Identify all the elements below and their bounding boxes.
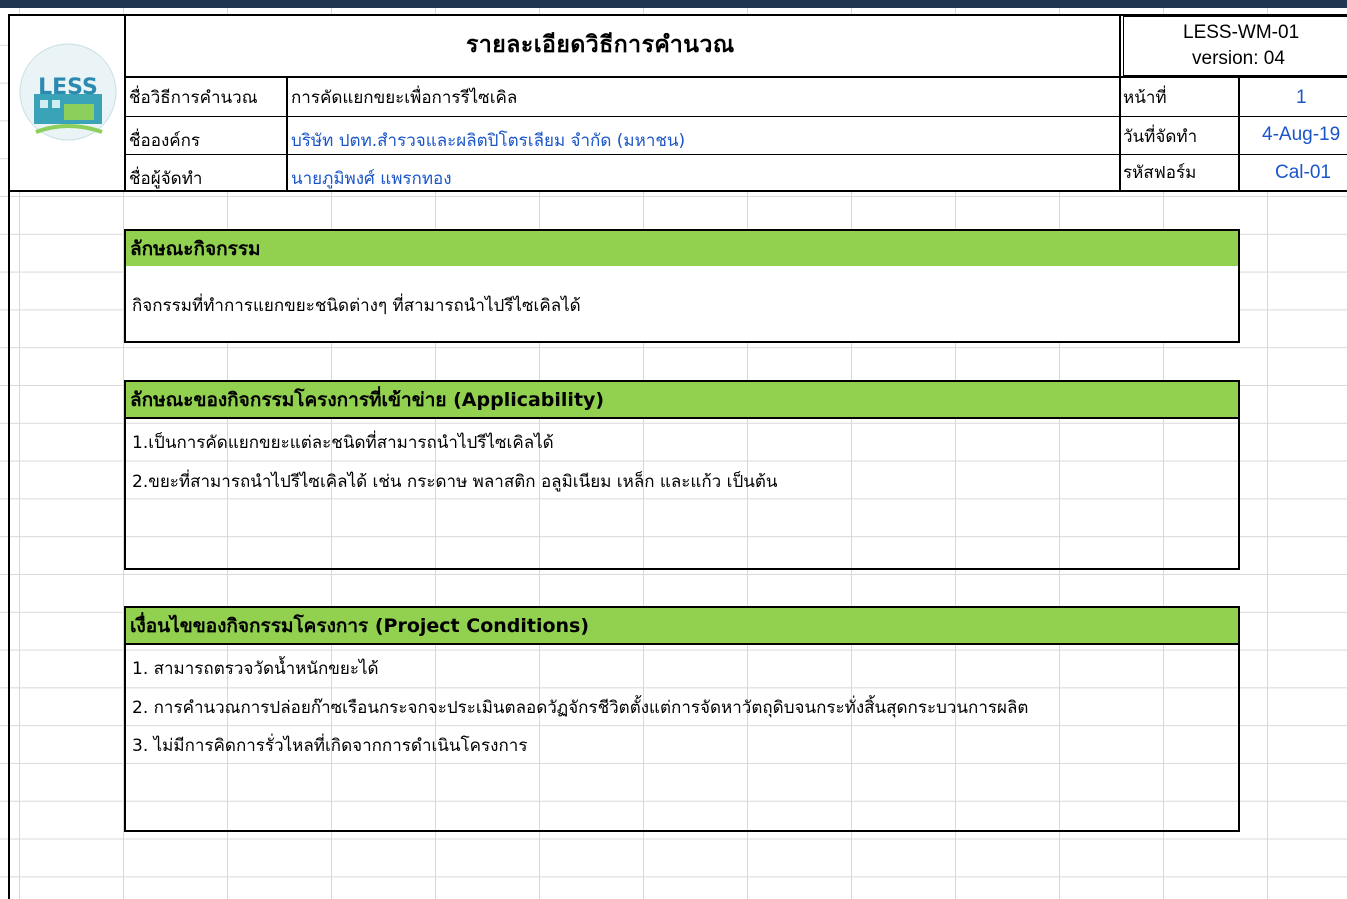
window-top-bar [0, 0, 1347, 8]
section-conditions-header: เงื่อนไขของกิจกรรมโครงการ (Project Condi… [124, 606, 1240, 645]
org-value: บริษัท ปตท.สำรวจและผลิตปิโตรเลียม จำกัด … [291, 131, 686, 151]
page-number-value: 1 [1296, 87, 1307, 108]
doc-code: LESS-WM-01 [1183, 22, 1300, 43]
author-value: นายภูมิพงศ์ แพรกทอง [291, 169, 452, 189]
section-conditions-body: 1. สามารถตรวจวัดน้ำหนักขยะได้ 2. การคำนว… [124, 643, 1240, 832]
conditions-line-3: 3. ไม่มีการคิดการรั่วไหลที่เกิดจากการดำเ… [132, 736, 528, 756]
section-applicability-body: 1.เป็นการคัดแยกขยะแต่ละชนิดที่สามารถนำไป… [124, 417, 1240, 570]
form-code-value: Cal-01 [1275, 162, 1331, 183]
less-logo: LESS [18, 36, 118, 148]
date-value: 4-Aug-19 [1262, 124, 1341, 145]
form-code-label: รหัสฟอร์ม [1123, 163, 1197, 183]
method-label: ชื่อวิธีการคำนวณ [129, 88, 258, 108]
conditions-line-1: 1. สามารถตรวจวัดน้ำหนักขยะได้ [132, 659, 379, 679]
section-conditions-heading: เงื่อนไขของกิจกรรมโครงการ (Project Condi… [130, 614, 590, 637]
conditions-line-2: 2. การคำนวณการปล่อยก๊าซเรือนกระจกจะประเม… [132, 698, 1029, 718]
date-label: วันที่จัดทำ [1123, 127, 1198, 147]
page-title: รายละเอียดวิธีการคำนวณ [466, 32, 735, 58]
org-label: ชื่อองค์กร [129, 131, 201, 151]
page-number-label: หน้าที่ [1123, 88, 1167, 108]
logo-text: LESS [38, 75, 98, 100]
section-activity-line: กิจกรรมที่ทำการแยกขยะชนิดต่างๆ ที่สามารถ… [132, 296, 581, 316]
applicability-line-2: 2.ขยะที่สามารถนำไปรีไซเคิลได้ เช่น กระดา… [132, 472, 778, 492]
section-activity-header: ลักษณะกิจกรรม [124, 229, 1240, 268]
section-activity-heading: ลักษณะกิจกรรม [130, 237, 261, 260]
section-applicability-header: ลักษณะของกิจกรรมโครงการที่เข้าข่าย (Appl… [124, 380, 1240, 419]
doc-version: version: 04 [1192, 48, 1285, 69]
section-activity-body: กิจกรรมที่ทำการแยกขยะชนิดต่างๆ ที่สามารถ… [124, 266, 1240, 343]
method-value: การคัดแยกขยะเพื่อการรีไซเคิล [291, 88, 518, 108]
applicability-line-1: 1.เป็นการคัดแยกขยะแต่ละชนิดที่สามารถนำไป… [132, 433, 554, 453]
author-label: ชื่อผู้จัดทำ [129, 169, 203, 189]
section-applicability-heading: ลักษณะของกิจกรรมโครงการที่เข้าข่าย (Appl… [130, 388, 605, 411]
